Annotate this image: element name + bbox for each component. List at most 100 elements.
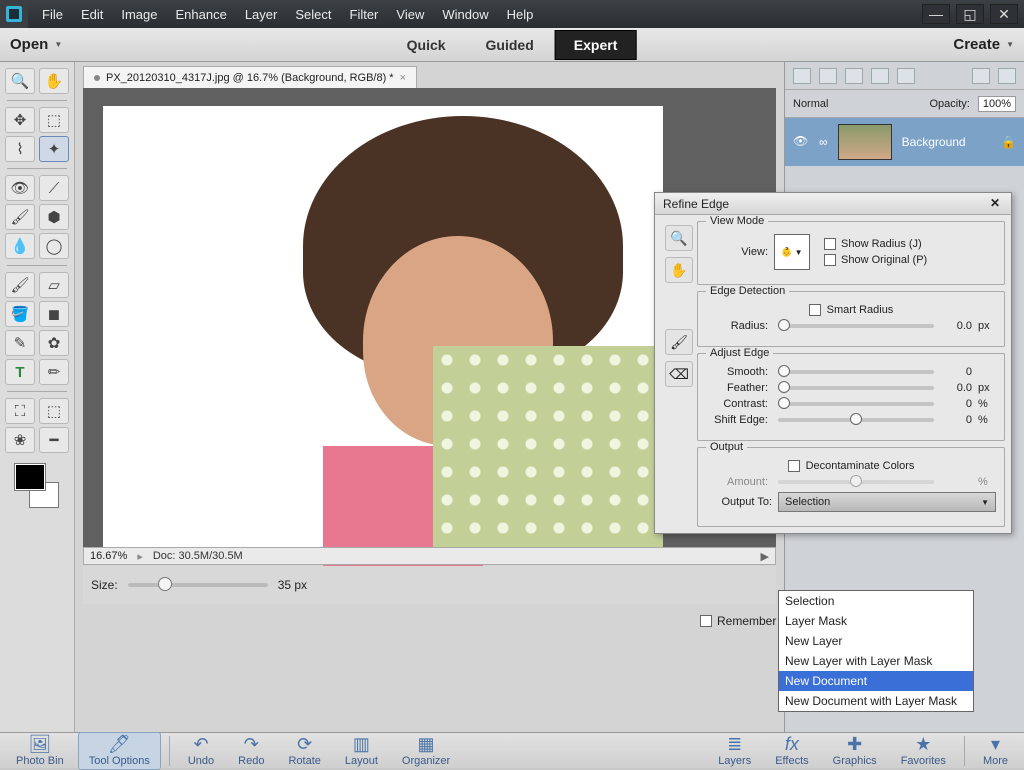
smart-radius-checkbox[interactable] <box>809 304 821 316</box>
mode-expert[interactable]: Expert <box>555 30 637 60</box>
layer-row-background[interactable]: 👁 ∞ Background 🔒 <box>785 118 1024 166</box>
layout-button[interactable]: ▥Layout <box>335 733 388 769</box>
smooth-slider[interactable] <box>778 370 934 374</box>
visibility-icon[interactable]: 👁 <box>793 134 809 150</box>
open-dropdown-icon[interactable]: ▼ <box>54 40 62 49</box>
maximize-button[interactable]: ◱ <box>956 4 984 24</box>
contrast-slider[interactable] <box>778 402 934 406</box>
menu-layer[interactable]: Layer <box>245 7 278 22</box>
graphics-button[interactable]: ✚Graphics <box>823 733 887 769</box>
close-button[interactable]: ✕ <box>990 4 1018 24</box>
remember-checkbox[interactable] <box>700 615 712 627</box>
dialog-hand-tool[interactable]: ✋ <box>665 257 693 283</box>
document-tab[interactable]: PX_20120310_4317J.jpg @ 16.7% (Backgroun… <box>83 66 417 88</box>
erase-refinements-tool[interactable]: ⌫ <box>665 361 693 387</box>
show-radius-checkbox[interactable] <box>824 238 836 250</box>
crop-tool[interactable]: ⛶ <box>5 398 35 424</box>
eyedropper-tool[interactable]: ✎ <box>5 330 35 356</box>
scroll-right-icon[interactable]: ▶ <box>761 550 769 563</box>
cookie-cutter-tool[interactable]: ❀ <box>5 427 35 453</box>
layers-button[interactable]: ≣Layers <box>708 733 761 769</box>
menu-help[interactable]: Help <box>507 7 534 22</box>
favorites-button[interactable]: ★Favorites <box>891 733 956 769</box>
opacity-value[interactable]: 100% <box>978 96 1016 112</box>
zoom-level[interactable]: 16.67% <box>90 550 127 562</box>
output-to-select[interactable]: Selection▼ <box>778 492 996 512</box>
dialog-zoom-tool[interactable]: 🔍 <box>665 225 693 251</box>
organizer-button[interactable]: ▦Organizer <box>392 733 460 769</box>
brush-tool[interactable]: 🖌 <box>5 272 35 298</box>
feather-slider[interactable] <box>778 386 934 390</box>
output-to-dropdown[interactable]: Selection Layer Mask New Layer New Layer… <box>778 590 974 712</box>
redeye-tool[interactable]: 👁 <box>5 175 35 201</box>
quick-select-tool[interactable]: ✦ <box>39 136 69 162</box>
lock-layer-icon[interactable] <box>871 68 889 84</box>
dropdown-option[interactable]: New Document with Layer Mask <box>779 691 973 711</box>
paint-bucket-tool[interactable]: 🪣 <box>5 301 35 327</box>
radius-slider[interactable] <box>778 324 934 328</box>
dropdown-option[interactable]: New Layer <box>779 631 973 651</box>
menu-file[interactable]: File <box>42 7 63 22</box>
effects-button[interactable]: fxEffects <box>765 733 818 769</box>
type-tool[interactable]: T <box>5 359 35 385</box>
hand-tool[interactable]: ✋ <box>39 68 69 94</box>
photo-bin-button[interactable]: 🖼Photo Bin <box>6 733 74 769</box>
smart-brush-tool[interactable]: 🖌 <box>5 204 35 230</box>
marquee-tool[interactable]: ⬚ <box>39 107 69 133</box>
panel-menu-icon[interactable] <box>998 68 1016 84</box>
dropdown-option[interactable]: Selection <box>779 591 973 611</box>
menu-edit[interactable]: Edit <box>81 7 103 22</box>
new-layer-icon[interactable] <box>793 68 811 84</box>
spot-heal-tool[interactable]: ⟋ <box>39 175 69 201</box>
decontaminate-checkbox[interactable] <box>788 460 800 472</box>
shape-tool[interactable]: ✿ <box>39 330 69 356</box>
layer-thumbnail[interactable] <box>838 124 892 160</box>
tab-close-icon[interactable]: × <box>400 72 406 84</box>
pencil-tool[interactable]: ✏ <box>39 359 69 385</box>
zoom-tool[interactable]: 🔍 <box>5 68 35 94</box>
dropdown-option-selected[interactable]: New Document <box>779 671 973 691</box>
refine-radius-tool[interactable]: 🖌 <box>665 329 693 355</box>
menu-view[interactable]: View <box>396 7 424 22</box>
straighten-tool[interactable]: ━ <box>39 427 69 453</box>
undo-button[interactable]: ↶Undo <box>178 733 224 769</box>
tool-options-button[interactable]: 🖊Tool Options <box>78 732 161 770</box>
minimize-button[interactable]: — <box>922 4 950 24</box>
redo-button[interactable]: ↷Redo <box>228 733 274 769</box>
mode-guided[interactable]: Guided <box>467 30 553 60</box>
create-button[interactable]: Create <box>953 36 1000 53</box>
open-button[interactable]: Open <box>10 36 48 53</box>
color-swatches[interactable] <box>15 464 59 508</box>
view-mode-select[interactable]: 👶▼ <box>774 234 810 270</box>
mode-quick[interactable]: Quick <box>388 30 465 60</box>
delete-layer-icon[interactable] <box>972 68 990 84</box>
dialog-close-icon[interactable]: ✕ <box>987 196 1003 212</box>
rotate-button[interactable]: ⟳Rotate <box>278 733 330 769</box>
blur-tool[interactable]: 💧 <box>5 233 35 259</box>
size-slider[interactable] <box>128 583 268 587</box>
layer-group-icon[interactable] <box>819 68 837 84</box>
eraser-tool[interactable]: ▱ <box>39 272 69 298</box>
gradient-tool[interactable]: ◼ <box>39 301 69 327</box>
recompose-tool[interactable]: ⬚ <box>39 398 69 424</box>
menu-enhance[interactable]: Enhance <box>176 7 227 22</box>
create-dropdown-icon[interactable]: ▼ <box>1006 40 1014 49</box>
dropdown-option[interactable]: New Layer with Layer Mask <box>779 651 973 671</box>
adj-layer-icon[interactable] <box>845 68 863 84</box>
move-tool[interactable]: ✥ <box>5 107 35 133</box>
menu-window[interactable]: Window <box>442 7 488 22</box>
shift-edge-slider[interactable] <box>778 418 934 422</box>
clone-stamp-tool[interactable]: ⬢ <box>39 204 69 230</box>
menu-filter[interactable]: Filter <box>350 7 379 22</box>
sponge-tool[interactable]: ◯ <box>39 233 69 259</box>
show-original-checkbox[interactable] <box>824 254 836 266</box>
link-icon[interactable]: ∞ <box>819 135 828 149</box>
more-button[interactable]: ▾More <box>973 733 1018 769</box>
menu-image[interactable]: Image <box>121 7 157 22</box>
dropdown-option[interactable]: Layer Mask <box>779 611 973 631</box>
menu-select[interactable]: Select <box>295 7 331 22</box>
blend-mode-select[interactable]: Normal <box>793 98 922 110</box>
link-layer-icon[interactable] <box>897 68 915 84</box>
lasso-tool[interactable]: ⌇ <box>5 136 35 162</box>
canvas[interactable] <box>103 106 663 556</box>
